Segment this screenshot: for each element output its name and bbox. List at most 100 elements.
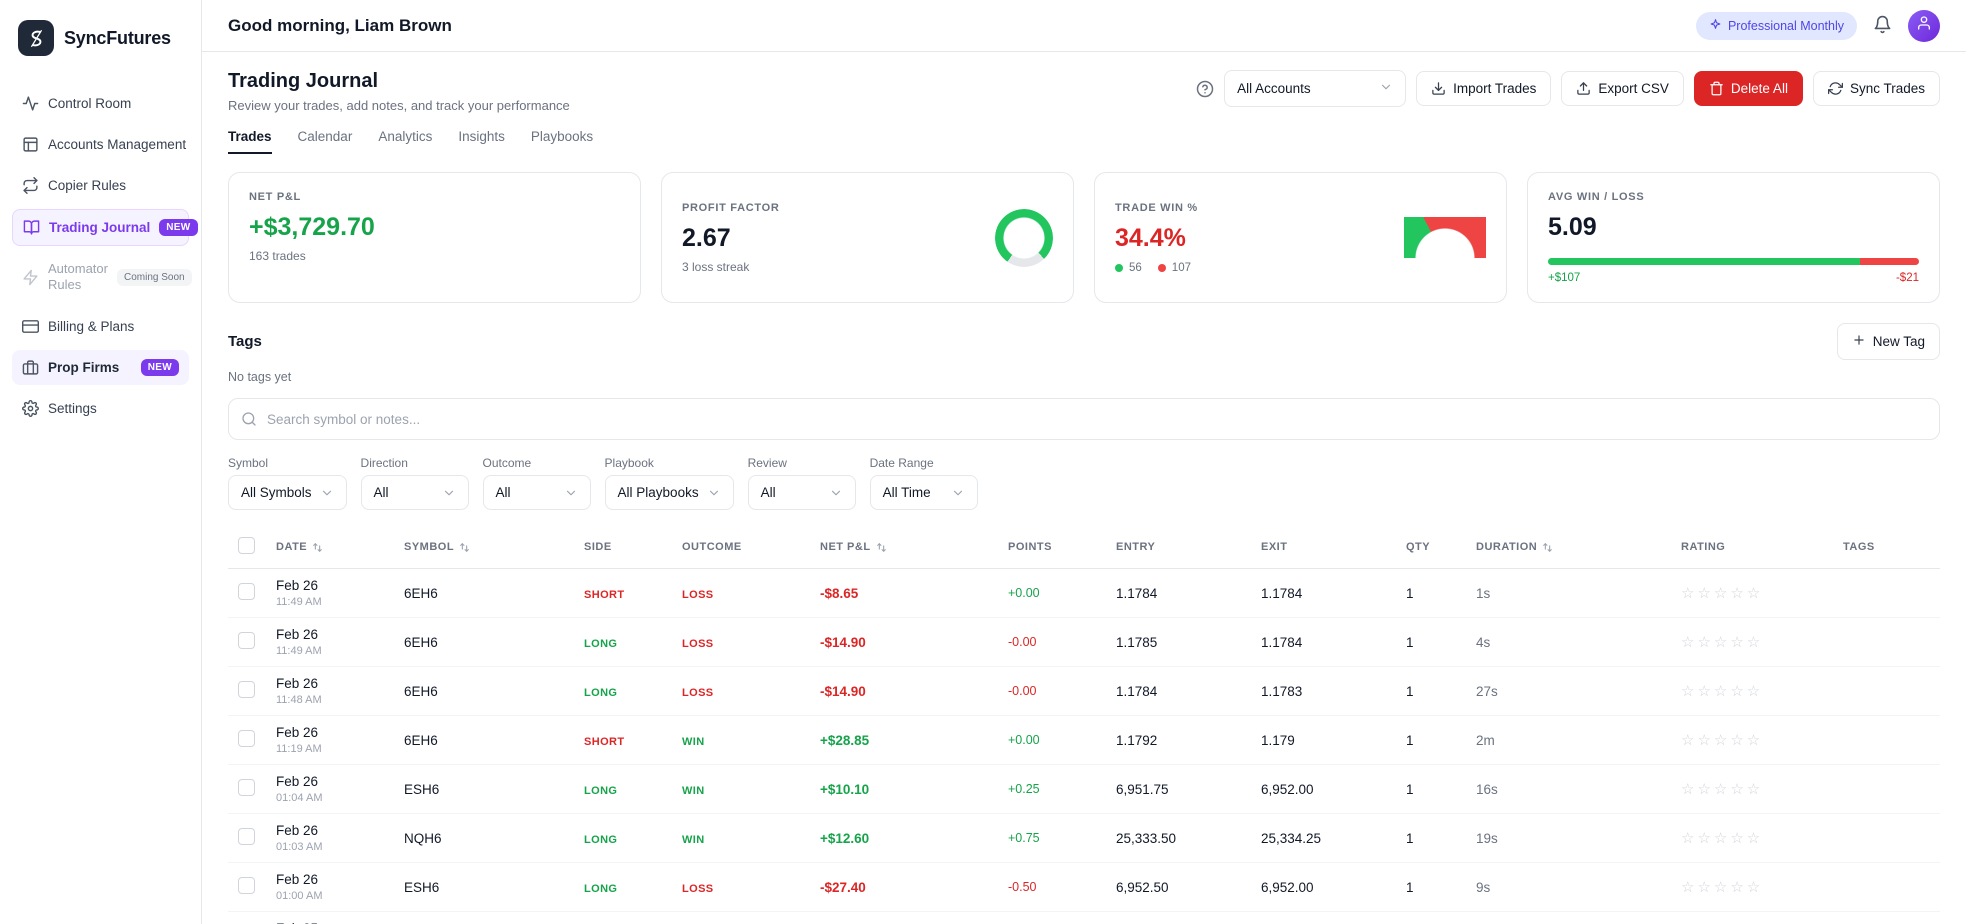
column-header-net-p-l[interactable]: NET P&L — [810, 526, 998, 569]
table-row[interactable]: Feb 26 01:00 AM ESH6 LONG LOSS -$27.40 -… — [228, 863, 1940, 912]
trade-side: LONG — [584, 687, 617, 699]
user-icon — [1916, 15, 1932, 31]
rating-stars[interactable]: ☆☆☆☆☆ — [1671, 569, 1833, 618]
page-controls: All Accounts Import Trades Export CSV De… — [1196, 70, 1940, 107]
tab-analytics[interactable]: Analytics — [378, 129, 432, 154]
tab-playbooks[interactable]: Playbooks — [531, 129, 593, 154]
rating-stars[interactable]: ☆☆☆☆☆ — [1671, 667, 1833, 716]
table-row[interactable]: Feb 26 11:48 AM 6EH6 LONG LOSS -$14.90 -… — [228, 667, 1940, 716]
filter-review-select[interactable]: All — [748, 475, 856, 510]
filter-symbol-select[interactable]: All Symbols — [228, 475, 347, 510]
row-checkbox[interactable] — [238, 583, 255, 600]
stat-label: NET P&L — [249, 191, 620, 203]
rating-stars[interactable]: ☆☆☆☆☆ — [1671, 716, 1833, 765]
loss-count: 107 — [1172, 262, 1191, 274]
row-checkbox[interactable] — [238, 681, 255, 698]
trade-symbol: 6EH6 — [394, 618, 574, 667]
rating-stars[interactable]: ☆☆☆☆☆ — [1671, 912, 1833, 924]
trade-net-pnl: -$27.40 — [810, 912, 998, 924]
trade-time: 01:03 AM — [276, 841, 384, 853]
upload-icon — [1576, 81, 1591, 96]
row-checkbox[interactable] — [238, 828, 255, 845]
filter-direction-select[interactable]: All — [361, 475, 469, 510]
sidebar-item-label: Control Room — [48, 96, 179, 111]
sync-trades-button[interactable]: Sync Trades — [1813, 71, 1940, 106]
sidebar-item-copier-rules[interactable]: Copier Rules — [12, 168, 189, 203]
chevron-down-icon — [951, 486, 965, 500]
avg-win-label: +$107 — [1548, 272, 1580, 284]
rating-stars[interactable]: ☆☆☆☆☆ — [1671, 618, 1833, 667]
net-pnl-sub: 163 trades — [249, 249, 620, 263]
column-header-exit: EXIT — [1251, 526, 1396, 569]
trade-entry: 6,949.75 — [1106, 912, 1251, 924]
tab-insights[interactable]: Insights — [458, 129, 505, 154]
delete-all-button[interactable]: Delete All — [1694, 71, 1803, 106]
sidebar-item-label: Accounts Management — [48, 137, 186, 152]
sort-icon — [875, 541, 888, 554]
trade-symbol: NQH6 — [394, 814, 574, 863]
trades-table: DATE SYMBOL SIDE OUTCOME NET P&L POINTS … — [228, 526, 1940, 924]
table-row[interactable]: Feb 26 11:49 AM 6EH6 LONG LOSS -$14.90 -… — [228, 618, 1940, 667]
page-subtitle: Review your trades, add notes, and track… — [228, 98, 570, 113]
export-csv-button[interactable]: Export CSV — [1561, 71, 1684, 106]
column-header-symbol[interactable]: SYMBOL — [394, 526, 574, 569]
trade-exit: 6,952.00 — [1251, 863, 1396, 912]
row-checkbox[interactable] — [238, 632, 255, 649]
filter-outcome-select[interactable]: All — [483, 475, 591, 510]
trade-qty: 1 — [1396, 912, 1466, 924]
trade-symbol: 6EH6 — [394, 569, 574, 618]
tags-title: Tags — [228, 333, 262, 350]
user-icon — [1916, 15, 1932, 36]
account-select[interactable]: All Accounts — [1224, 70, 1406, 107]
row-checkbox[interactable] — [238, 779, 255, 796]
table-row[interactable]: Feb 25 08:17 PM ESH6 LONG LOSS -$27.40 -… — [228, 912, 1940, 924]
filter-outcome: Outcome All — [483, 456, 591, 510]
help-icon[interactable] — [1196, 80, 1214, 98]
filter-playbook-select[interactable]: All Playbooks — [605, 475, 734, 510]
sidebar-item-control-room[interactable]: Control Room — [12, 86, 189, 121]
import-trades-button[interactable]: Import Trades — [1416, 71, 1551, 106]
sidebar-item-prop-firms[interactable]: Prop Firms NEW — [12, 350, 189, 385]
new-tag-button[interactable]: New Tag — [1837, 323, 1940, 360]
rating-stars[interactable]: ☆☆☆☆☆ — [1671, 765, 1833, 814]
trade-duration: 16s — [1466, 765, 1671, 814]
column-header-duration[interactable]: DURATION — [1466, 526, 1671, 569]
table-row[interactable]: Feb 26 01:04 AM ESH6 LONG WIN +$10.10 +0… — [228, 765, 1940, 814]
bell-icon — [1873, 15, 1892, 37]
trade-entry: 1.1785 — [1106, 618, 1251, 667]
tab-calendar[interactable]: Calendar — [298, 129, 353, 154]
filter-date-range-select[interactable]: All Time — [870, 475, 978, 510]
search-input[interactable] — [228, 398, 1940, 440]
notifications-button[interactable] — [1873, 15, 1892, 37]
rating-stars[interactable]: ☆☆☆☆☆ — [1671, 863, 1833, 912]
row-checkbox[interactable] — [238, 730, 255, 747]
sidebar-item-automator-rules[interactable]: Automator Rules Coming Soon — [12, 252, 189, 303]
sidebar-item-label: Trading Journal — [49, 220, 150, 235]
filter-label: Playbook — [605, 456, 734, 470]
filter-symbol: Symbol All Symbols — [228, 456, 347, 510]
avatar[interactable] — [1908, 10, 1940, 42]
select-all-checkbox[interactable] — [238, 537, 255, 554]
trade-time: 01:04 AM — [276, 792, 384, 804]
table-row[interactable]: Feb 26 11:49 AM 6EH6 SHORT LOSS -$8.65 +… — [228, 569, 1940, 618]
trade-date: Feb 26 — [276, 578, 384, 593]
tab-trades[interactable]: Trades — [228, 129, 272, 154]
sidebar-item-accounts-management[interactable]: Accounts Management — [12, 127, 189, 162]
sidebar-item-billing-plans[interactable]: Billing & Plans — [12, 309, 189, 344]
trade-outcome: LOSS — [682, 589, 714, 601]
trade-outcome: LOSS — [682, 883, 714, 895]
sidebar-item-settings[interactable]: Settings — [12, 391, 189, 426]
table-row[interactable]: Feb 26 11:19 AM 6EH6 SHORT WIN +$28.85 +… — [228, 716, 1940, 765]
rating-stars[interactable]: ☆☆☆☆☆ — [1671, 814, 1833, 863]
filters-row: Symbol All Symbols Direction All Outcome… — [228, 456, 1940, 510]
profit-factor-donut — [995, 209, 1053, 267]
plus-icon — [1852, 333, 1866, 347]
sidebar-item-trading-journal[interactable]: Trading Journal NEW — [12, 209, 189, 246]
column-header-date[interactable]: DATE — [266, 526, 394, 569]
brand[interactable]: SyncFutures — [18, 20, 183, 56]
plan-badge[interactable]: Professional Monthly — [1696, 12, 1857, 40]
stat-card-net-pnl: NET P&L +$3,729.70 163 trades — [228, 172, 641, 303]
table-row[interactable]: Feb 26 01:03 AM NQH6 LONG WIN +$12.60 +0… — [228, 814, 1940, 863]
trade-date: Feb 26 — [276, 823, 384, 838]
row-checkbox[interactable] — [238, 877, 255, 894]
